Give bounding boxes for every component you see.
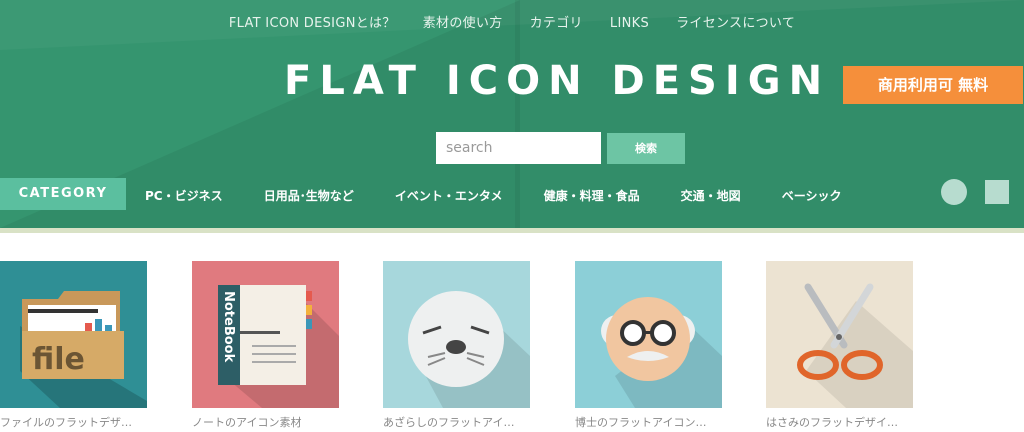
- icon-card[interactable]: file ファイルのフラットデザ…: [0, 261, 147, 430]
- notebook-icon: NoteBook: [192, 261, 339, 408]
- scissors-icon: [766, 261, 913, 408]
- icon-card[interactable]: 博士のフラットアイコン…: [575, 261, 722, 430]
- icon-card[interactable]: あざらしのフラットアイ…: [383, 261, 530, 430]
- category-health-food[interactable]: 健康・料理・食品: [544, 187, 640, 204]
- icon-card[interactable]: はさみのフラットデザイ…: [766, 261, 913, 430]
- card-caption[interactable]: 博士のフラットアイコン…: [575, 414, 722, 430]
- card-caption[interactable]: ファイルのフラットデザ…: [0, 414, 147, 430]
- file-folder-thumbnail[interactable]: file: [0, 261, 147, 408]
- topnav-category-link[interactable]: カテゴリ: [530, 12, 583, 31]
- category-transport-map[interactable]: 交通・地図: [681, 187, 741, 204]
- search-input[interactable]: [436, 132, 601, 164]
- topnav-about-link[interactable]: FLAT ICON DESIGNとは？: [229, 12, 396, 31]
- search-button[interactable]: 検索: [607, 133, 685, 164]
- category-label: CATEGORY: [0, 178, 126, 210]
- card-caption[interactable]: はさみのフラットデザイ…: [766, 414, 913, 430]
- card-caption[interactable]: あざらしのフラットアイ…: [383, 414, 530, 430]
- top-navigation: FLAT ICON DESIGNとは？ 素材の使い方 カテゴリ LINKS ライ…: [0, 12, 1024, 31]
- square-toggle-button[interactable]: [985, 180, 1009, 204]
- topnav-usage-link[interactable]: 素材の使い方: [423, 12, 503, 31]
- card-caption[interactable]: ノートのアイコン素材: [192, 414, 339, 430]
- header-divider: [0, 228, 1024, 233]
- scissors-thumbnail[interactable]: [766, 261, 913, 408]
- svg-text:file: file: [32, 342, 85, 377]
- category-navigation: PC・ビジネス 日用品･生物など イベント・エンタメ 健康・料理・食品 交通・地…: [145, 185, 878, 204]
- svg-text:NoteBook: NoteBook: [221, 291, 236, 363]
- category-pc-business[interactable]: PC・ビジネス: [145, 187, 223, 204]
- category-daily-goods[interactable]: 日用品･生物など: [264, 187, 354, 204]
- notebook-thumbnail[interactable]: NoteBook: [192, 261, 339, 408]
- professor-icon: [575, 261, 722, 408]
- site-header: FLAT ICON DESIGNとは？ 素材の使い方 カテゴリ LINKS ライ…: [0, 0, 1024, 228]
- professor-thumbnail[interactable]: [575, 261, 722, 408]
- icon-card[interactable]: NoteBook ノートのアイコン素材: [192, 261, 339, 430]
- seal-icon: [383, 261, 530, 408]
- seal-thumbnail[interactable]: [383, 261, 530, 408]
- circle-toggle-button[interactable]: [941, 179, 967, 205]
- folder-icon: file: [0, 261, 147, 408]
- category-events[interactable]: イベント・エンタメ: [395, 187, 503, 204]
- topnav-links-link[interactable]: LINKS: [610, 16, 649, 31]
- free-commercial-badge: 商用利用可 無料: [843, 66, 1023, 104]
- site-logo[interactable]: FLAT ICON DESIGN: [284, 58, 830, 104]
- category-basic[interactable]: ベーシック: [782, 187, 842, 204]
- topnav-license-link[interactable]: ライセンスについて: [676, 12, 795, 31]
